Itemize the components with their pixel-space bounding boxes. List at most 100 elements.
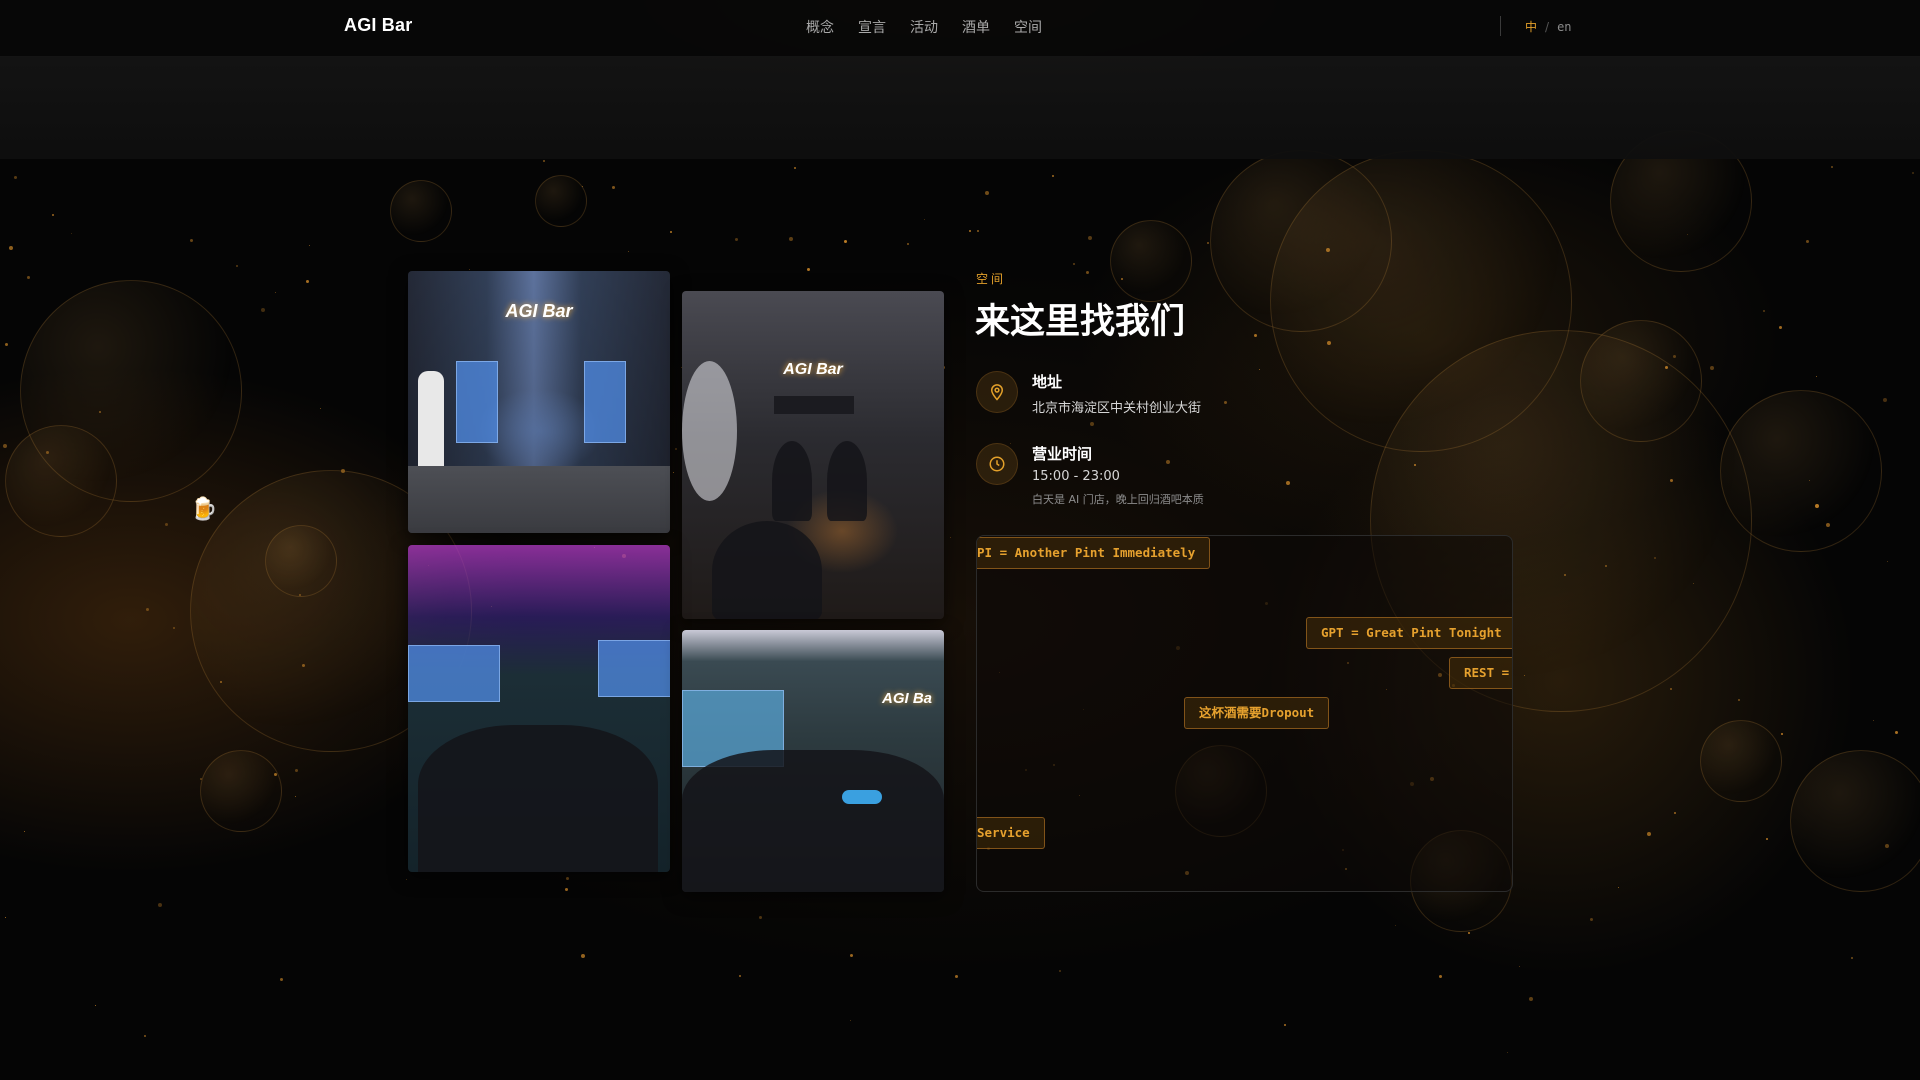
lang-en-link[interactable]: en <box>1557 20 1571 34</box>
spark-decoration <box>670 231 672 233</box>
spark-decoration <box>236 265 238 267</box>
nav-item-space[interactable]: 空间 <box>1014 17 1042 37</box>
spark-decoration <box>14 176 17 179</box>
spark-decoration <box>1670 479 1673 482</box>
spark-decoration <box>299 594 301 596</box>
spark-decoration <box>1673 355 1676 358</box>
spark-decoration <box>3 444 7 448</box>
spark-decoration <box>295 796 296 797</box>
clock-icon <box>976 443 1018 485</box>
spark-decoration <box>1166 460 1170 464</box>
spark-decoration <box>1763 310 1765 312</box>
spark-decoration <box>1073 263 1075 265</box>
spark-decoration <box>309 245 310 246</box>
spark-decoration <box>1605 565 1607 567</box>
spark-decoration <box>190 239 193 242</box>
bubble-decoration <box>5 425 117 537</box>
spark-decoration <box>1507 1052 1508 1053</box>
bubble-decoration <box>1110 220 1192 302</box>
spark-decoration <box>1781 733 1783 735</box>
spark-decoration <box>320 408 321 409</box>
spark-decoration <box>850 954 853 957</box>
acronym-tag-panel: PI = Another Pint Immediately GPT = Grea… <box>976 535 1513 892</box>
nav-divider <box>1500 16 1501 36</box>
spark-decoration <box>261 308 265 312</box>
spark-decoration <box>9 246 13 250</box>
spark-decoration <box>306 280 309 283</box>
nav-item-events[interactable]: 活动 <box>910 17 938 37</box>
photo-softbox <box>682 361 737 501</box>
spark-decoration <box>1851 957 1853 959</box>
spark-decoration <box>1529 997 1533 1001</box>
spark-decoration <box>1687 234 1688 235</box>
acronym-tag: Service <box>977 817 1045 849</box>
lang-zh-link[interactable]: 中 <box>1525 18 1537 35</box>
hours-note: 白天是 AI 门店，晚上回归酒吧本质 <box>1032 493 1204 506</box>
photo-crowd <box>682 750 944 892</box>
spark-decoration <box>1259 369 1260 370</box>
spark-decoration <box>628 251 629 252</box>
photo-person <box>772 441 812 521</box>
nav-item-concept[interactable]: 概念 <box>806 17 834 37</box>
spark-decoration <box>1519 966 1520 967</box>
spark-decoration <box>1564 574 1566 576</box>
spark-decoration <box>341 469 345 473</box>
spark-decoration <box>1826 523 1830 527</box>
ambient-background <box>0 0 1920 1080</box>
spark-decoration <box>1059 970 1061 972</box>
spark-decoration <box>794 167 796 169</box>
spark-decoration <box>1912 172 1914 174</box>
spark-decoration <box>275 292 276 293</box>
spark-decoration <box>1468 932 1470 934</box>
spark-decoration <box>5 917 6 918</box>
bubble-decoration <box>390 180 452 242</box>
spark-decoration <box>950 537 951 538</box>
beer-mug-icon: 🍺 <box>190 497 218 522</box>
spark-decoration <box>566 877 569 880</box>
site-logo[interactable]: AGI Bar <box>344 15 412 36</box>
spark-decoration <box>1284 1024 1286 1026</box>
spark-decoration <box>850 1020 851 1021</box>
bubble-decoration <box>1580 320 1702 442</box>
spark-decoration <box>1816 376 1817 377</box>
spark-decoration <box>1207 242 1209 244</box>
photo-blue-cap <box>842 790 882 804</box>
nav-item-manifesto[interactable]: 宣言 <box>858 17 886 37</box>
spark-decoration <box>1052 175 1054 177</box>
spark-decoration <box>173 627 175 629</box>
spark-decoration <box>1090 422 1094 426</box>
spark-decoration <box>165 523 168 526</box>
address-value: 北京市海淀区中关村创业大街 <box>1032 401 1202 416</box>
spark-decoration <box>1439 975 1442 978</box>
language-switcher: 中 / en <box>1525 18 1572 35</box>
spark-decoration <box>673 472 674 473</box>
spark-decoration <box>1873 720 1874 721</box>
spark-decoration <box>581 954 585 958</box>
spark-decoration <box>844 240 847 243</box>
spark-decoration <box>1647 832 1651 836</box>
spark-decoration <box>1286 481 1290 485</box>
spark-decoration <box>1670 688 1672 690</box>
spark-decoration <box>1738 699 1740 701</box>
spark-decoration <box>1086 271 1089 274</box>
acronym-tag: PI = Another Pint Immediately <box>977 537 1211 569</box>
spark-decoration <box>1121 278 1123 280</box>
spark-decoration <box>1887 561 1888 562</box>
photo-audience <box>418 725 658 872</box>
nav-item-menu[interactable]: 酒单 <box>962 17 990 37</box>
spark-decoration <box>220 681 222 683</box>
spark-decoration <box>1010 443 1011 444</box>
top-nav-bar: AGI Bar 概念 宣言 活动 酒单 空间 中 / en <box>0 0 1920 57</box>
spark-decoration <box>1254 334 1257 337</box>
photo-sign-text: AGI Ba <box>881 690 933 707</box>
bubble-decoration <box>1700 720 1782 802</box>
acronym-tag: GPT = Great Pint Tonight <box>1306 617 1512 649</box>
photo-sign-text: AGI Bar <box>505 301 573 321</box>
spark-decoration <box>1327 341 1331 345</box>
photo-screen-right <box>598 640 670 697</box>
spark-decoration <box>46 451 49 454</box>
spark-decoration <box>71 233 72 234</box>
spark-decoration <box>99 411 101 413</box>
main-nav: 概念 宣言 活动 酒单 空间 <box>806 17 1042 37</box>
lang-separator: / <box>1545 19 1550 34</box>
